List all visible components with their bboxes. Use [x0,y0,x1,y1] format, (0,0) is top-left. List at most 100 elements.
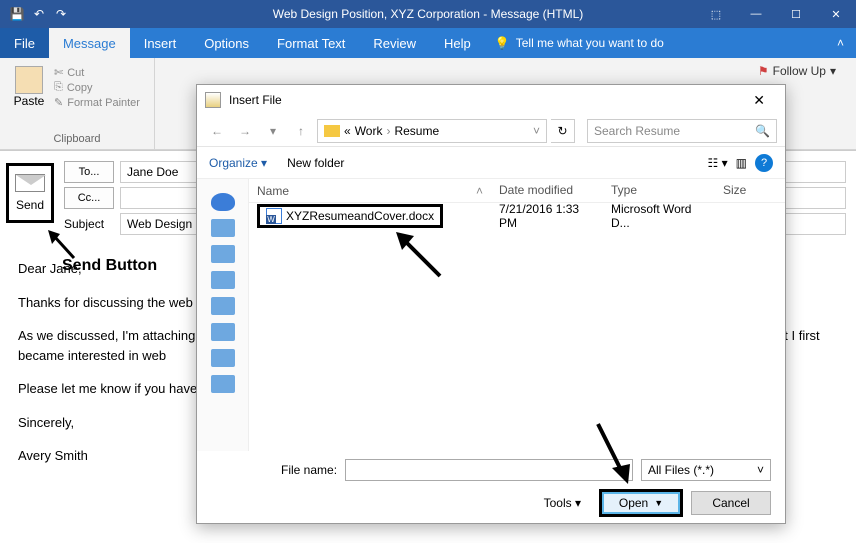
cut-label: Cut [67,67,84,79]
col-size[interactable]: Size [715,179,765,202]
save-icon[interactable]: 💾 [8,5,26,23]
search-input[interactable]: Search Resume 🔍 [587,119,777,143]
file-type: Microsoft Word D... [603,202,715,230]
file-name: XYZResumeandCover.docx [286,209,434,223]
tab-help[interactable]: Help [430,28,485,58]
chevron-down-icon[interactable]: ˅ [533,124,540,138]
tab-message[interactable]: Message [49,28,130,58]
undo-icon[interactable]: ↶ [30,5,48,23]
column-headers: Name ˄ Date modified Type Size [249,179,785,203]
path-bar[interactable]: « Work › Resume ˅ [317,119,547,143]
tab-insert[interactable]: Insert [130,28,191,58]
path-segment[interactable]: Resume [394,124,439,138]
follow-up-button[interactable]: ⚑ Follow Up ▾ [758,64,836,78]
tab-options[interactable]: Options [190,28,263,58]
path-segment[interactable]: Work [355,124,383,138]
col-name[interactable]: Name ˄ [249,179,491,202]
cancel-button[interactable]: Cancel [691,491,771,515]
tab-review[interactable]: Review [359,28,430,58]
ribbon-options-icon[interactable]: ⬚ [696,0,736,28]
follow-up-label: Follow Up [773,64,826,78]
paste-label: Paste [14,94,45,108]
filter-label: All Files (*.*) [648,463,714,477]
ribbon-tabs: File Message Insert Options Format Text … [0,28,856,58]
redo-icon[interactable]: ↷ [52,5,70,23]
title-bar: 💾 ↶ ↷ Web Design Position, XYZ Corporati… [0,0,856,28]
downloads-icon[interactable] [211,297,235,315]
envelope-icon [15,174,45,192]
paste-button[interactable]: Paste [8,62,50,113]
dialog-sidebar [197,179,249,451]
file-date: 7/21/2016 1:33 PM [491,202,603,230]
dialog-title: Insert File [229,93,282,107]
new-folder-button[interactable]: New folder [287,156,344,170]
collapse-ribbon-icon[interactable]: ˄ [825,28,856,58]
copy-label: Copy [67,82,93,94]
tell-me-search[interactable]: 💡 Tell me what you want to do [485,28,674,58]
file-row[interactable]: XYZResumeandCover.docx 7/21/2016 1:33 PM… [249,203,785,229]
dialog-nav: ← → ▾ ↑ « Work › Resume ˅ ↻ Search Resum… [197,115,785,147]
subject-label: Subject [64,217,114,231]
music-icon[interactable] [211,323,235,341]
chevron-down-icon: ˅ [757,463,764,477]
lightbulb-icon: 💡 [495,36,510,50]
dialog-toolbar: Organize ▾ New folder ☷ ▾ ▥ ? [197,147,785,179]
videos-icon[interactable] [211,375,235,393]
tab-format-text[interactable]: Format Text [263,28,359,58]
file-filter-dropdown[interactable]: All Files (*.*) ˅ [641,459,771,481]
open-label: Open [619,496,648,510]
insert-file-dialog: Insert File ✕ ← → ▾ ↑ « Work › Resume ˅ … [196,84,786,524]
format-painter-button[interactable]: ✎ Format Painter [54,96,140,109]
file-list: Name ˄ Date modified Type Size XYZResume… [249,179,785,451]
dialog-titlebar: Insert File ✕ [197,85,785,115]
nav-recent-icon[interactable]: ▾ [261,119,285,143]
open-button[interactable]: Open ▼ [601,491,681,515]
tab-file[interactable]: File [0,28,49,58]
filename-label: File name: [281,463,337,477]
chevron-down-icon: ▼ [654,498,663,508]
pictures-icon[interactable] [211,349,235,367]
nav-back-icon[interactable]: ← [205,119,229,143]
to-button[interactable]: To... [64,161,114,183]
close-icon[interactable]: ✕ [816,0,856,28]
flag-icon: ⚑ [758,64,769,78]
dialog-close-icon[interactable]: ✕ [741,88,777,113]
search-icon: 🔍 [755,124,770,138]
tell-me-label: Tell me what you want to do [516,36,664,50]
cc-button[interactable]: Cc... [64,187,114,209]
path-prefix: « [344,124,351,138]
copy-button[interactable]: ⎘ Copy [54,81,140,94]
thispc-icon[interactable] [211,219,235,237]
nav-up-icon[interactable]: ↑ [289,119,313,143]
preview-button[interactable]: ▥ [736,156,747,170]
col-date[interactable]: Date modified [491,179,603,202]
folder-icon [205,92,221,108]
dialog-footer: File name: All Files (*.*) ˅ Tools ▾ Ope… [197,451,785,523]
col-type[interactable]: Type [603,179,715,202]
help-icon[interactable]: ? [755,154,773,172]
refresh-icon[interactable]: ↻ [551,119,575,143]
maximize-icon[interactable]: ☐ [776,0,816,28]
nav-forward-icon[interactable]: → [233,119,257,143]
word-file-icon [266,208,282,224]
organize-button[interactable]: Organize ▾ [209,156,267,170]
cut-button[interactable]: ✄ Cut [54,66,140,79]
onedrive-icon[interactable] [211,193,235,211]
format-painter-label: Format Painter [67,97,140,109]
minimize-icon[interactable]: — [736,0,776,28]
send-button[interactable]: Send [6,163,54,223]
chevron-down-icon: ▾ [830,64,836,78]
paste-icon [15,66,43,94]
clipboard-group-label: Clipboard [8,133,146,147]
view-button[interactable]: ☷ ▾ [708,156,728,170]
desktop-icon[interactable] [211,245,235,263]
chevron-right-icon: › [386,124,390,138]
tools-button[interactable]: Tools ▾ [544,496,581,510]
filename-input[interactable] [345,459,633,481]
window-title: Web Design Position, XYZ Corporation - M… [273,7,584,21]
clipboard-group: Paste ✄ Cut ⎘ Copy ✎ Format Painter Clip… [0,58,155,149]
search-placeholder: Search Resume [594,124,680,138]
folder-icon [324,125,340,137]
send-label: Send [16,198,44,212]
documents-icon[interactable] [211,271,235,289]
